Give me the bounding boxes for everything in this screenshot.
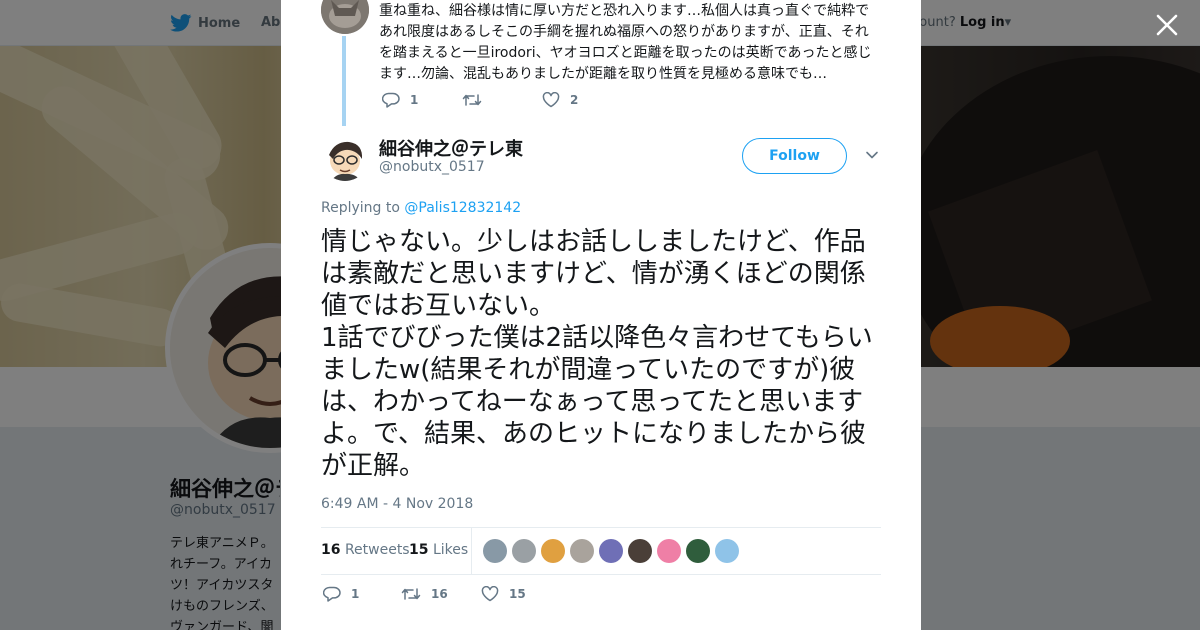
tweet-author-name[interactable]: 細谷伸之＠テレ東 <box>379 135 523 161</box>
retweets-stat[interactable]: 16 Retweets <box>321 542 410 558</box>
tweet-timestamp[interactable]: 6:49 AM - 4 Nov 2018 <box>321 496 473 512</box>
previous-like-count: 2 <box>570 93 579 107</box>
retweets-label: Retweets <box>344 542 410 558</box>
tweet-author-avatar[interactable] <box>321 133 369 181</box>
liker-avatars <box>483 539 739 563</box>
liker-avatar[interactable] <box>512 539 536 563</box>
liker-avatar[interactable] <box>686 539 710 563</box>
heart-icon <box>481 586 499 602</box>
liker-avatar[interactable] <box>715 539 739 563</box>
retweets-count: 16 <box>321 542 341 558</box>
likes-stat[interactable]: 15 Likes <box>409 542 468 558</box>
thread-connector <box>342 36 346 126</box>
reply-count: 1 <box>351 587 360 601</box>
follow-button[interactable]: Follow <box>742 138 847 174</box>
close-icon[interactable] <box>1154 12 1180 38</box>
like-count: 15 <box>509 587 526 601</box>
previous-tweet-text: 重ね重ね、細谷様は情に厚い方だと恐れ入ります…私個人は真っ直ぐで純粋であれ限度は… <box>379 3 872 82</box>
liker-avatar[interactable] <box>628 539 652 563</box>
previous-reply-count: 1 <box>410 93 419 107</box>
retweet-icon <box>462 94 482 106</box>
reply-icon <box>382 92 400 108</box>
tweet-actions: 1 16 15 <box>323 586 526 602</box>
previous-tweet-avatar[interactable] <box>321 0 369 34</box>
liker-avatar[interactable] <box>483 539 507 563</box>
tweet-author-handle[interactable]: @nobutx_0517 <box>379 159 485 175</box>
retweet-icon <box>401 588 421 600</box>
tweet-modal: 重ね重ね、細谷様は情に厚い方だと恐れ入ります…私個人は真っ直ぐで純粋であれ限度は… <box>281 0 921 630</box>
replying-to-line: Replying to @Palis12832142 <box>321 200 521 216</box>
replying-to-link[interactable]: @Palis12832142 <box>404 200 521 216</box>
retweet-button[interactable]: 16 <box>401 586 481 602</box>
reply-button[interactable]: 1 <box>323 586 401 602</box>
tweet-stats: 16 Retweets 15 Likes <box>321 527 881 575</box>
likes-count: 15 <box>409 542 429 558</box>
likes-label: Likes <box>432 542 469 558</box>
retweet-count: 16 <box>431 587 448 601</box>
liker-avatar[interactable] <box>657 539 681 563</box>
previous-retweet-button[interactable] <box>462 92 542 108</box>
previous-reply-button[interactable]: 1 <box>382 92 462 108</box>
liker-avatar[interactable] <box>570 539 594 563</box>
reply-icon <box>323 586 341 602</box>
stats-divider <box>471 528 472 574</box>
tweet-text: 情じゃない。少しはお話ししましたけど、作品は素敵だと思いますけど、情が湧くほどの… <box>321 227 873 481</box>
chevron-down-icon[interactable] <box>865 148 879 162</box>
liker-avatar[interactable] <box>599 539 623 563</box>
liker-avatar[interactable] <box>541 539 565 563</box>
replying-to-prefix: Replying to <box>321 200 400 216</box>
heart-icon <box>542 92 560 108</box>
previous-tweet-actions: 1 2 <box>382 92 622 108</box>
previous-like-button[interactable]: 2 <box>542 92 622 108</box>
like-button[interactable]: 15 <box>481 586 526 602</box>
